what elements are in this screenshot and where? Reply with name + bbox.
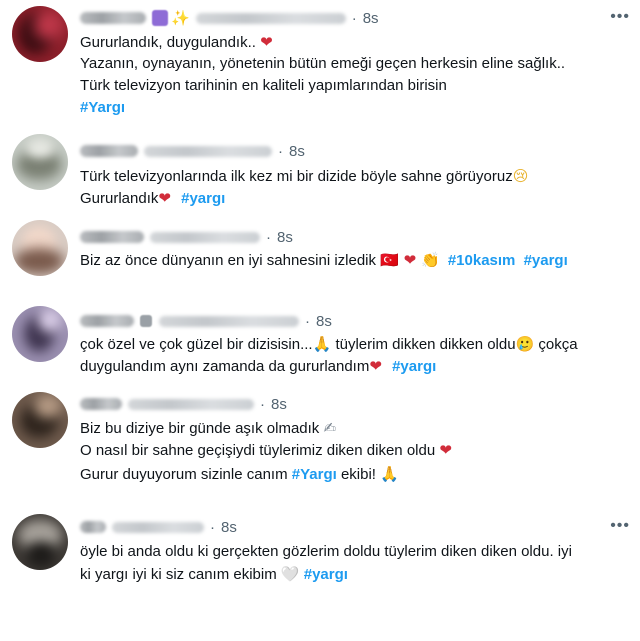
separator-dot: · xyxy=(351,9,357,27)
timestamp[interactable]: 8s xyxy=(363,10,379,27)
display-name[interactable] xyxy=(80,521,106,533)
smile-tear-emoji: 🥲 xyxy=(515,335,535,353)
tweet-text-line: çok özel ve çok güzel bir dizisisin...🙏 … xyxy=(80,335,578,353)
tweet-3[interactable]: · 8s Biz az önce dünyanın en iyi sahnesi… xyxy=(0,216,640,296)
crying-emoji: 😢 xyxy=(512,167,529,185)
separator-dot: · xyxy=(260,395,265,413)
display-name[interactable] xyxy=(80,231,144,243)
tweet-text-line: Biz az önce dünyanın en iyi sahnesini iz… xyxy=(80,251,568,269)
separator-dot: · xyxy=(305,312,310,330)
avatar[interactable] xyxy=(12,514,68,570)
display-name[interactable] xyxy=(80,145,138,157)
heart-emoji: ❤ xyxy=(260,33,273,51)
timestamp[interactable]: 8s xyxy=(289,143,305,160)
tweet-text-line: Türk televizyonlarında ilk kez mi bir di… xyxy=(80,167,529,185)
tweet-header: · 8s xyxy=(80,226,293,248)
separator-dot: · xyxy=(266,228,271,246)
pray-emoji: 🙏 xyxy=(380,465,399,483)
tweet-header: · 8s xyxy=(80,140,305,162)
tweet-6[interactable]: · 8s ••• öyle bi anda oldu ki gerçekten … xyxy=(0,508,640,592)
avatar[interactable] xyxy=(12,306,68,362)
tweet-text-line: O nasıl bir sahne geçişiydi tüylerimiz d… xyxy=(80,441,452,459)
avatar[interactable] xyxy=(12,220,68,276)
sparkle-icon: ✨ xyxy=(171,9,190,27)
handle[interactable] xyxy=(128,398,254,410)
writing-hand-emoji: ✍ xyxy=(323,419,337,437)
tweet-5[interactable]: · 8s Biz bu diziye bir günde aşık olmadı… xyxy=(0,388,640,498)
tweet-4[interactable]: · 8s çok özel ve çok güzel bir dizisisin… xyxy=(0,300,640,386)
tweet-header: · 8s xyxy=(80,393,287,415)
avatar[interactable] xyxy=(12,6,68,62)
avatar[interactable] xyxy=(12,392,68,448)
heart-emoji: ❤ xyxy=(158,189,171,207)
separator-dot: · xyxy=(278,142,283,160)
timestamp[interactable]: 8s xyxy=(277,229,293,246)
tweet-1[interactable]: ✨ · 8s ••• Gururlandık, duygulandık.. ❤ … xyxy=(0,0,640,122)
display-name[interactable] xyxy=(80,12,146,24)
separator-dot: · xyxy=(210,518,215,536)
hashtag-link[interactable]: #Yargı xyxy=(80,98,125,118)
tweet-feed: ✨ · 8s ••• Gururlandık, duygulandık.. ❤ … xyxy=(0,0,640,641)
handle[interactable] xyxy=(150,231,260,243)
tweet-header: · 8s xyxy=(80,516,237,538)
handle[interactable] xyxy=(144,145,272,157)
more-options-icon[interactable]: ••• xyxy=(610,8,630,26)
hashtag-link[interactable]: #10kasım xyxy=(448,252,516,269)
tweet-2[interactable]: · 8s Türk televizyonlarında ilk kez mi b… xyxy=(0,130,640,210)
timestamp[interactable]: 8s xyxy=(316,313,332,330)
avatar[interactable] xyxy=(12,134,68,190)
timestamp[interactable]: 8s xyxy=(271,396,287,413)
tweet-text-line: Biz bu diziye bir günde aşık olmadık ✍ xyxy=(80,419,337,437)
hashtag-link[interactable]: #yargı xyxy=(181,190,225,207)
tweet-text-line: Gurur duyuyorum sizinle canım #Yargı eki… xyxy=(80,465,399,483)
hashtag-link[interactable]: #Yargı xyxy=(292,466,337,483)
hashtag-link[interactable]: #yargı xyxy=(392,358,436,375)
white-heart-emoji: 🤍 xyxy=(280,565,300,583)
display-name[interactable] xyxy=(80,315,134,327)
handle[interactable] xyxy=(195,12,346,24)
tweet-text-line: Yazanın, oynayanın, yönetenin bütün emeğ… xyxy=(80,55,566,72)
hashtag-link[interactable]: #yargı xyxy=(304,566,348,583)
tweet-header: ✨ · 8s xyxy=(80,7,379,29)
heart-emoji: ❤ xyxy=(439,441,452,459)
tweet-text-line: ki yargı iyi ki siz canım ekibim 🤍 #yarg… xyxy=(80,565,348,583)
timestamp[interactable]: 8s xyxy=(221,519,237,536)
handle[interactable] xyxy=(112,521,204,533)
tweet-text-line: Gururlandık, duygulandık.. ❤ xyxy=(80,33,273,51)
hashtag-link[interactable]: #yargı xyxy=(524,252,568,269)
handle[interactable] xyxy=(159,315,299,327)
display-name[interactable] xyxy=(80,398,122,410)
badge-icon xyxy=(152,10,168,26)
tweet-text-line: duygulandım aynı zamanda da gururlandım❤… xyxy=(80,357,437,375)
tweet-text-line: Gururlandık❤ #yargı xyxy=(80,189,226,207)
tweet-header: · 8s xyxy=(80,310,332,332)
heart-emoji: ❤ xyxy=(369,357,382,375)
flag-heart-clap-emoji: 🇹🇷 ❤ 👏 xyxy=(380,251,440,269)
badge-icon xyxy=(140,315,152,327)
tweet-text-line: öyle bi anda oldu ki gerçekten gözlerim … xyxy=(80,543,572,560)
pray-emoji: 🙏 xyxy=(312,335,332,353)
more-options-icon[interactable]: ••• xyxy=(610,517,630,535)
tweet-text-line: Türk televizyon tarihinin en kaliteli ya… xyxy=(80,77,447,94)
